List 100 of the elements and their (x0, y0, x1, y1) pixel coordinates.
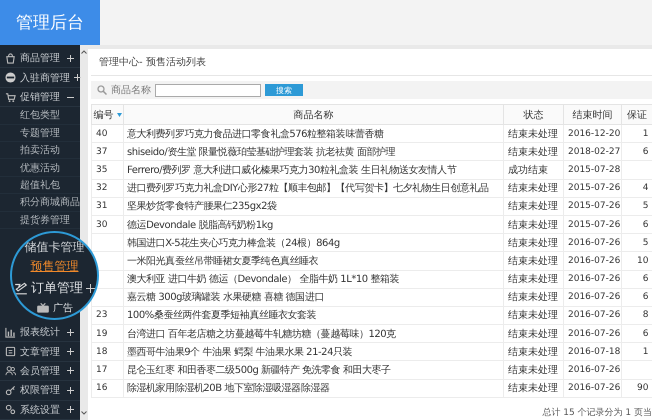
table-cell: 2015-07-26 (564, 197, 622, 216)
table-cell: 2018-02-27 (564, 142, 622, 161)
table-cell: 18 (92, 342, 124, 361)
expand-icon[interactable] (67, 328, 74, 336)
search-field[interactable] (155, 84, 261, 96)
table-cell: 10 (622, 252, 652, 270)
table-cell: 90 (622, 379, 652, 398)
column-header: 结束时间 (564, 104, 622, 124)
table-cell: 2015-07-28 (564, 160, 622, 180)
table-cell: 墨西哥牛油果9个 牛油果 鳄梨 牛油果水果 21-24只装 (124, 342, 504, 361)
users-icon (5, 365, 16, 376)
table-cell: 35 (92, 160, 124, 180)
table-cell: 2016-07-26 (564, 252, 622, 270)
pen-icon (14, 281, 28, 295)
table-cell: 19 (92, 324, 124, 343)
table-cell: 1 (622, 124, 652, 143)
table-cell: 成功结束 (504, 160, 564, 180)
table-cell: 6 (622, 324, 652, 343)
breadcrumb: 管理中心- 预售活动列表 (91, 49, 652, 76)
table-cell: 结束未处理 (504, 124, 564, 143)
table-cell: 结束未处理 (504, 306, 564, 325)
table-cell: 进口费列罗巧克力礼盒DIY心形27粒【顺丰包邮】【代写贺卡】七夕礼物生日创意礼品 (124, 179, 504, 198)
table-cell: 澳大利亚 进口牛奶 德运（Devondale） 全脂牛奶 1L*10 整箱装 (124, 270, 504, 288)
sidebar-item[interactable]: 广告 (36, 300, 73, 316)
table-cell: 2016-07-26 (564, 324, 622, 343)
table-cell: 德运Devondale 脱脂高钙奶粉1kg (124, 215, 504, 234)
search-label: 商品名称 (111, 84, 151, 97)
app-title: 管理后台 (0, 0, 100, 45)
table-cell: 6 (622, 288, 652, 306)
table-cell: 6 (622, 215, 652, 234)
table-cell: 37 (92, 142, 124, 161)
table-cell: 31 (92, 197, 124, 216)
table-cell: 结束未处理 (504, 379, 564, 398)
table-cell: 6 (622, 270, 652, 288)
table-cell: 结束未处理 (504, 324, 564, 343)
table-cell: 4 (622, 179, 652, 198)
table-cell: 2015-07-26 (564, 215, 622, 234)
table-cell: 结束未处理 (504, 234, 564, 252)
table-cell: 结束未处理 (504, 215, 564, 234)
column-header: 状态 (504, 104, 564, 124)
table-cell: 2016-07-26 (564, 306, 622, 325)
expand-icon[interactable] (67, 386, 74, 394)
expand-icon[interactable] (74, 74, 81, 82)
bag-icon (5, 52, 16, 64)
expand-icon[interactable] (67, 406, 74, 414)
table-cell: 结束未处理 (504, 342, 564, 361)
table-cell: 6 (622, 142, 652, 161)
table-cell: 30 (92, 215, 124, 234)
table-cell: 100%桑蚕丝两件套夏季短袖真丝睡衣女套装 (124, 306, 504, 325)
table-cell: 8 (622, 306, 652, 325)
table-cell: 5 (622, 197, 652, 216)
table-cell: 2016-12-20 (564, 124, 622, 143)
expand-icon[interactable] (67, 348, 74, 356)
tv-icon (36, 302, 50, 314)
table-cell: 1 (622, 342, 652, 361)
table-cell: 结束未处理 (504, 288, 564, 306)
sort-icon[interactable] (116, 112, 122, 116)
table-cell: 一米阳光真蚕丝吊带睡裙女夏季纯色真丝睡衣 (124, 252, 504, 270)
expand-icon[interactable] (86, 284, 95, 292)
column-header: 保证 (622, 104, 652, 124)
table-cell: 32 (92, 179, 124, 198)
table-cell: 结束未处理 (504, 142, 564, 161)
table-cell: 2016-07-26 (564, 234, 622, 252)
cart-icon (5, 92, 16, 103)
table-cell: Ferrero/费列罗 意大利进口威化榛果巧克力30粒礼盒装 生日礼物送女友情人节 (124, 160, 504, 180)
table-cell: 2016-07-26 (564, 288, 622, 306)
table-cell: 2016-07-26 (564, 270, 622, 288)
doc-icon (5, 346, 16, 358)
sidebar-subitem[interactable]: 预售管理 (30, 257, 78, 276)
sidebar-item[interactable]: 订单管理 (14, 276, 95, 300)
scroll-up-icon[interactable] (81, 50, 87, 54)
pagination-summary: 总计 15 个记录分为 1 页当 (541, 406, 652, 419)
table-cell: 台湾进口 百年老店糖之坊蔓越莓牛轧糖坊糖（蔓越莓味）120克 (124, 324, 504, 343)
table-cell: 结束未处理 (504, 179, 564, 198)
search-icon (97, 85, 107, 95)
table-cell: 昆仑玉红枣 和田香枣二级500g 新疆特产 免洗零食 和田大枣子 (124, 360, 504, 380)
table-cell: 2016-07-26 (564, 360, 622, 380)
table-cell: 结束未处理 (504, 252, 564, 270)
chart-icon (5, 326, 16, 338)
table-cell: 除湿机家用除湿机20B 地下室除湿吸湿器除湿器 (124, 379, 504, 398)
expand-icon[interactable] (67, 54, 74, 62)
table-cell: 2015-07-26 (564, 179, 622, 198)
key-icon (5, 384, 16, 396)
column-header: 商品名称 (124, 104, 504, 124)
table-cell: 嘉云糖 300g玻璃罐装 水果硬糖 喜糖 德国进口 (124, 288, 504, 306)
table-cell: 17 (92, 360, 124, 380)
table-cell: 意大利费列罗巧克力食品进口零食礼盒576粒整箱装味蕾香糖 (124, 124, 504, 143)
table-cell: 40 (92, 124, 124, 143)
table-cell: 结束未处理 (504, 360, 564, 380)
table-cell: 2016-07-18 (564, 342, 622, 361)
table-cell: 韩国进口X-5花生夹心巧克力棒盒装（24根）864g (124, 234, 504, 252)
table-cell: 16 (92, 379, 124, 398)
table-cell: 坚果炒货零食特产腰果仁235gx2袋 (124, 197, 504, 216)
expand-icon[interactable] (67, 367, 74, 374)
table-cell: shiseido/资生堂 限量悦薇珀莹基础护理套装 抗老祛黄 面部护理 (124, 142, 504, 161)
table-cell: 2016-07-26 (564, 379, 622, 398)
table-cell: 5 (622, 234, 652, 252)
table-cell: 结束未处理 (504, 270, 564, 288)
table-cell: 结束未处理 (504, 197, 564, 216)
scroll-down-icon[interactable] (81, 411, 87, 415)
